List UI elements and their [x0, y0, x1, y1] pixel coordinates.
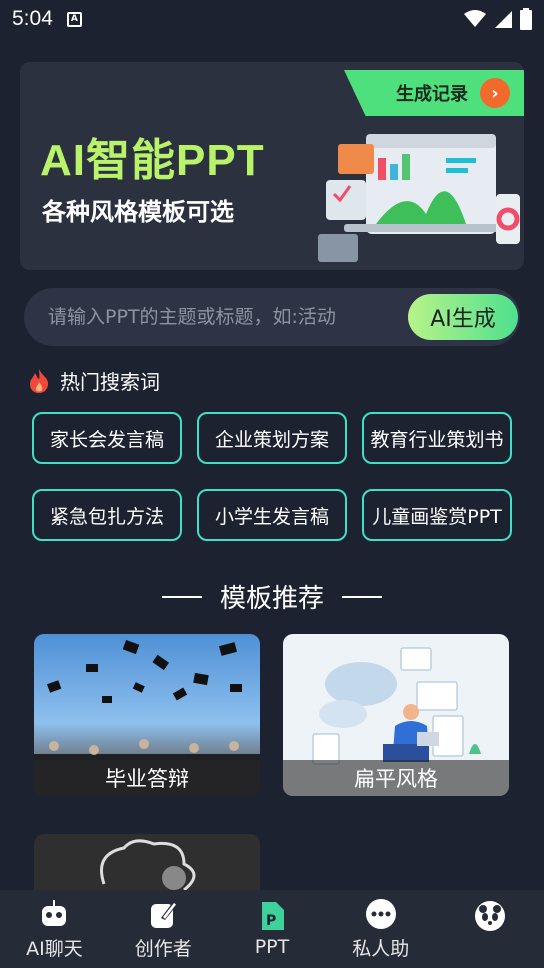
ppt-illustration-icon	[318, 134, 520, 262]
arrow-right-icon: ›	[480, 78, 510, 108]
ai-generate-button[interactable]: AI生成	[408, 294, 518, 340]
template-card[interactable]: 扁平风格	[283, 634, 509, 796]
nav-label: AI聊天	[26, 937, 83, 960]
panda-icon	[474, 901, 505, 931]
template-title-text: 模板推荐	[219, 584, 324, 614]
nav-creator[interactable]: 创作者	[109, 890, 218, 968]
hot-chip[interactable]: 儿童画鉴赏PPT	[362, 489, 512, 541]
hot-chip[interactable]: 紧急包扎方法	[32, 489, 182, 541]
fire-icon	[30, 368, 49, 393]
hot-chip[interactable]: 教育行业策划书	[362, 412, 512, 464]
nav-ai-chat[interactable]: AI聊天	[0, 890, 109, 968]
hot-chip[interactable]: 小学生发言稿	[197, 489, 347, 541]
hot-search-header: 热门搜索词	[28, 366, 160, 395]
template-card[interactable]: 毕业答辩	[34, 634, 260, 796]
topic-search-input[interactable]	[48, 306, 388, 328]
nav-label: PPT	[254, 936, 290, 958]
status-time: 5:04	[12, 7, 53, 30]
robot-icon	[42, 899, 67, 926]
notification-a-icon: A	[66, 11, 82, 27]
banner-title: AI智能PPT	[40, 136, 265, 185]
banner-subtitle: 各种风格模板可选	[42, 198, 234, 226]
title-divider	[342, 595, 382, 598]
status-bar: 5:04 A	[0, 0, 544, 38]
title-divider	[161, 595, 202, 598]
status-icons	[464, 8, 532, 30]
svg-text:P: P	[266, 913, 276, 929]
battery-icon	[520, 8, 532, 30]
template-section-title: 模板推荐	[0, 578, 544, 615]
template-label: 毕业答辩	[34, 760, 260, 796]
bottom-nav: AI聊天 创作者 P PPT 私人助	[0, 890, 544, 968]
lightbulb-chalk-image	[100, 839, 196, 890]
template-label: 扁平风格	[283, 760, 509, 796]
signal-icon	[495, 11, 512, 28]
generation-history-button[interactable]: 生成记录 ›	[344, 70, 524, 116]
nav-label-empty	[487, 936, 493, 958]
nav-ppt[interactable]: P PPT	[218, 890, 327, 968]
ppt-file-icon: P	[261, 902, 284, 930]
more-dots-icon	[365, 898, 396, 929]
wifi-icon	[464, 10, 486, 27]
ai-ppt-banner[interactable]: 生成记录 › AI智能PPT 各种风格模板可选	[20, 62, 524, 270]
generation-history-label: 生成记录	[396, 84, 468, 105]
edit-icon	[151, 901, 178, 928]
hot-chip[interactable]: 企业策划方案	[197, 412, 347, 464]
hot-chip[interactable]: 家长会发言稿	[32, 412, 182, 464]
nav-label: 私人助	[352, 937, 410, 960]
nav-panda[interactable]	[435, 890, 544, 968]
search-box: AI生成	[24, 288, 520, 346]
nav-personal-assistant[interactable]: 私人助	[326, 890, 435, 968]
hot-search-title: 热门搜索词	[60, 370, 160, 394]
nav-label: 创作者	[134, 937, 192, 960]
template-card[interactable]	[34, 834, 260, 890]
